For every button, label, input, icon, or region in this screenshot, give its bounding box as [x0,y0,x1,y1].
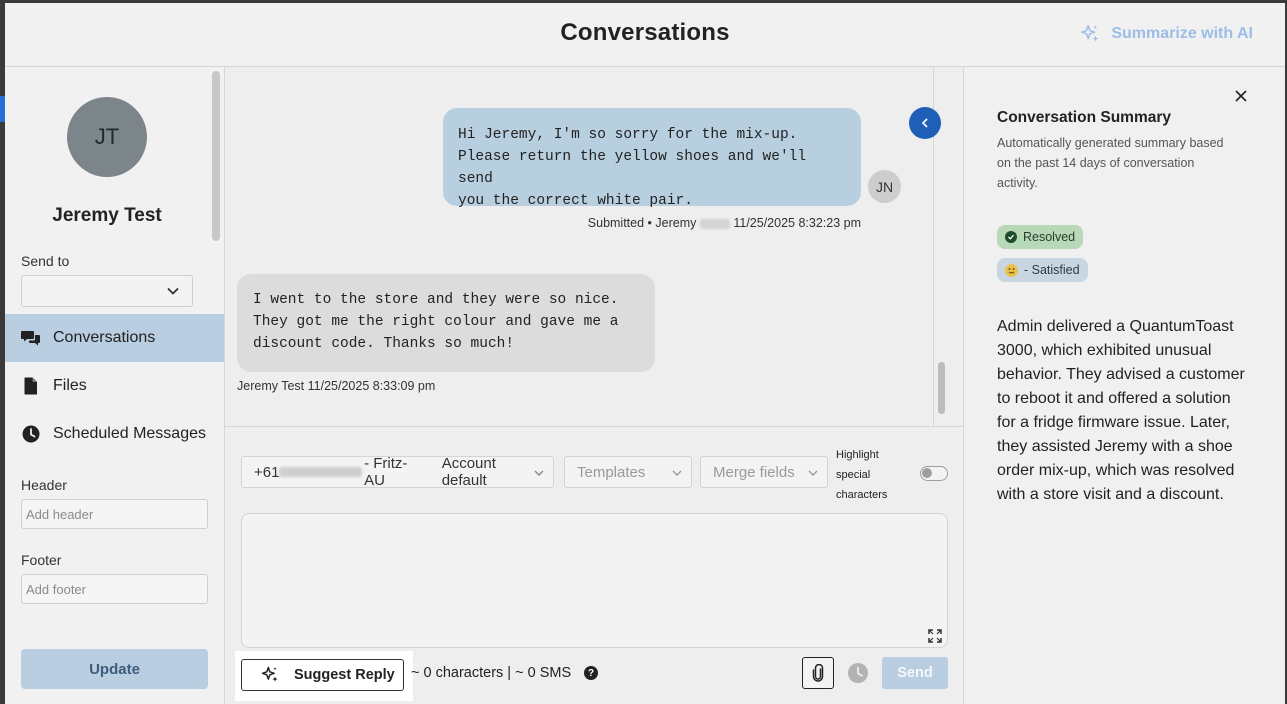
help-icon[interactable]: ? [584,666,598,680]
footer-input[interactable] [21,574,208,604]
compose-area: +61 - Fritz-AU Account default Templates… [225,428,964,704]
smiley-face-icon [1005,263,1018,277]
account-label: Account default [441,455,496,489]
message-meta: Jeremy Test 11/25/2025 8:33:09 pm [237,379,435,393]
templates-label: Templates [577,463,646,481]
send-to-label: Send to [21,253,70,269]
contact-name: Jeremy Test [52,205,162,226]
merge-fields-select[interactable]: Merge fields [700,456,828,488]
attach-button[interactable] [802,657,834,689]
highlight-special-characters-toggle[interactable] [920,466,948,481]
suggest-reply-button[interactable]: Suggest Reply [241,659,404,691]
close-icon[interactable] [1233,88,1249,104]
chevron-left-icon [921,118,928,128]
paperclip-icon [812,664,824,682]
chevron-down-icon [534,470,544,476]
summary-title: Conversation Summary [997,109,1171,126]
conversations-modal: Conversations Summarize with AI JT Jerem… [5,3,1285,704]
chevron-down-icon [672,470,682,476]
schedule-send-button[interactable] [843,657,873,689]
redacted-text [279,467,363,477]
message-line: Hi Jeremy, I'm so sorry for the mix-up. [458,127,798,143]
highlight-special-characters-label: Highlight special characters [836,449,888,501]
nav-item-scheduled-messages[interactable]: Scheduled Messages [5,410,224,458]
file-icon [24,377,37,395]
modal-header: Conversations Summarize with AI [5,3,1285,67]
expand-icon[interactable] [928,629,942,643]
message-line: discount code. Thanks so much! [253,336,515,352]
status-label: Resolved [1023,230,1076,244]
status-badge: Resolved [997,225,1084,249]
summary-subtitle: Automatically generated summary based on… [997,136,1224,190]
suggest-reply-highlight: Suggest Reply [235,651,413,701]
message-line: Please return the yellow shoes and we'll… [458,149,807,187]
sidebar-scrollbar[interactable] [212,71,220,241]
footer-label: Footer [21,552,62,568]
meta-time: 11/25/2025 8:32:23 pm [733,216,861,230]
header-input[interactable] [21,499,208,529]
character-count: ~ 0 characters | ~ 0 SMS [411,665,572,681]
chat-panel: Hi Jeremy, I'm so sorry for the mix-up. … [225,67,964,704]
chevron-down-icon [167,287,179,295]
sparkles-icon [1081,25,1099,42]
summary-panel: Conversation Summary Automatically gener… [965,67,1285,704]
check-circle-icon [1005,231,1017,243]
clock-icon [848,663,868,683]
message-line: They got me the right colour and gave me… [253,314,619,330]
message-meta: Submitted • Jeremy 11/25/2025 8:32:23 pm [588,216,861,230]
sentiment-badge: - Satisfied [997,258,1088,282]
summarize-with-ai-button[interactable]: Summarize with AI [1079,23,1253,45]
nav-item-files[interactable]: Files [5,362,224,410]
contact-avatar: JT [67,97,147,177]
phone-prefix: +61 [254,463,280,481]
sender-number-select[interactable]: +61 - Fritz-AU Account default [241,455,554,489]
nav-label: Conversations [53,329,156,346]
meta-prefix: Submitted • Jeremy [587,216,697,230]
nav-label: Scheduled Messages [53,425,206,442]
clock-icon [22,425,40,443]
message-line: I went to the store and they were so nic… [253,292,619,308]
update-button[interactable]: Update [21,649,208,689]
send-button[interactable]: Send [882,657,948,689]
meta-time: 11/25/2025 8:33:09 pm [307,379,436,393]
nav-label: Files [53,377,87,394]
message-thread: Hi Jeremy, I'm so sorry for the mix-up. … [225,67,964,427]
header-label: Header [21,477,67,493]
summary-text: Admin delivered a QuantumToast 3000, whi… [997,318,1245,503]
outgoing-message-bubble: Hi Jeremy, I'm so sorry for the mix-up. … [443,108,861,209]
nav-item-conversations[interactable]: Conversations [5,314,224,362]
send-to-select[interactable] [21,275,193,307]
chevron-down-icon [808,470,818,476]
redacted-text [699,218,730,229]
message-input[interactable] [241,513,948,648]
incoming-message-bubble: I went to the store and they were so nic… [237,274,655,372]
templates-select[interactable]: Templates [564,456,692,488]
summarize-label: Summarize with AI [1111,25,1253,42]
sentiment-label: - Satisfied [1024,263,1080,277]
suggest-reply-label: Suggest Reply [294,667,395,683]
phone-suffix: - Fritz-AU [364,455,408,489]
message-line: you the correct white pair. [458,193,693,209]
contact-sidebar: JT Jeremy Test Send to Conversations Fil… [5,67,225,704]
thread-scrollbar[interactable] [938,362,945,414]
merge-fields-label: Merge fields [713,463,795,481]
sparkles-icon [261,666,278,682]
agent-avatar: JN [868,170,901,203]
meta-prefix: Jeremy Test [237,379,305,393]
collapse-summary-button[interactable] [909,107,941,139]
chat-bubbles-icon [21,331,40,346]
